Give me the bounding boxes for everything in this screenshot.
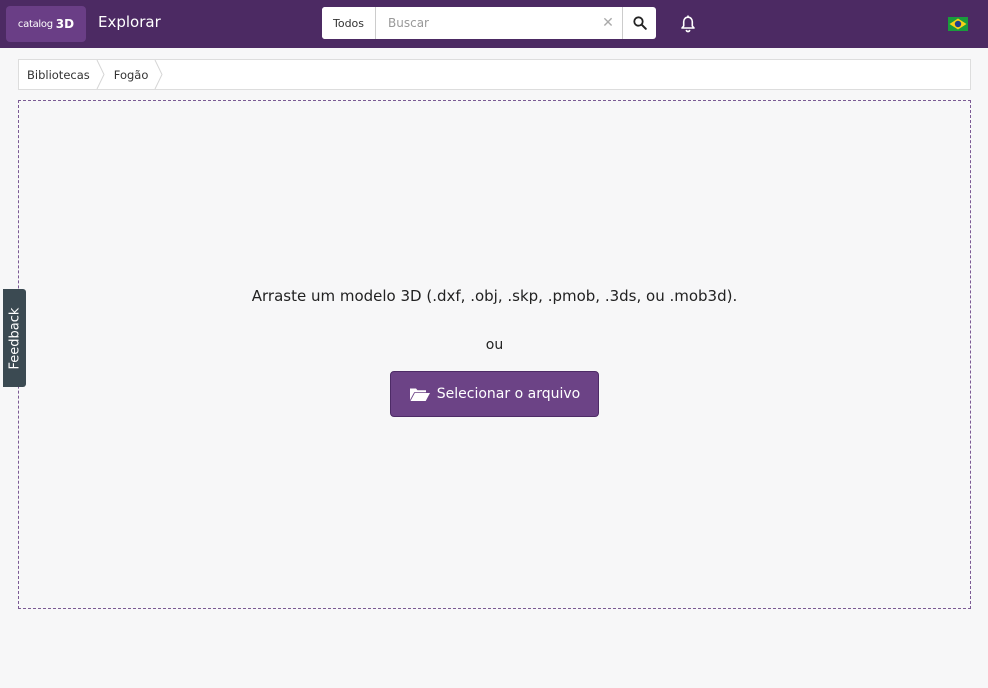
search-button[interactable] [622,7,656,39]
select-file-label: Selecionar o arquivo [436,386,581,402]
breadcrumb-separator [154,60,163,89]
clear-icon[interactable]: ✕ [594,7,622,39]
bell-icon [681,15,695,33]
notifications-button[interactable] [678,13,698,35]
feedback-tab[interactable]: Feedback [3,289,26,387]
feedback-label: Feedback [7,307,23,369]
select-file-button[interactable]: Selecionar o arquivo [390,371,599,417]
catalog3d-logo[interactable]: catalog 3D [6,6,86,42]
or-separator: ou [485,337,504,353]
top-navbar: catalog 3D Explorar Todos ✕ [0,0,988,48]
logo-text-big: 3D [55,17,75,31]
language-selector[interactable] [948,16,968,31]
drop-instruction: Arraste um modelo 3D (.dxf, .obj, .skp, … [251,287,738,305]
folder-open-icon [409,388,430,401]
search-input[interactable] [376,7,594,39]
explore-link[interactable]: Explorar [98,13,161,31]
breadcrumb-label: Fogão [113,67,149,82]
logo-text-small: catalog [17,18,53,30]
search-bar: Todos ✕ [322,7,656,39]
breadcrumb-item-fogao[interactable]: Fogão [100,60,163,89]
search-icon [632,16,647,30]
breadcrumb-label: Bibliotecas [27,67,90,82]
breadcrumb: Bibliotecas Fogão [18,59,971,90]
breadcrumb-item-bibliotecas[interactable]: Bibliotecas [19,60,105,89]
file-drop-zone[interactable]: Arraste um modelo 3D (.dxf, .obj, .skp, … [18,100,971,609]
search-scope-dropdown[interactable]: Todos [322,7,376,39]
brazil-flag-icon [948,17,968,31]
